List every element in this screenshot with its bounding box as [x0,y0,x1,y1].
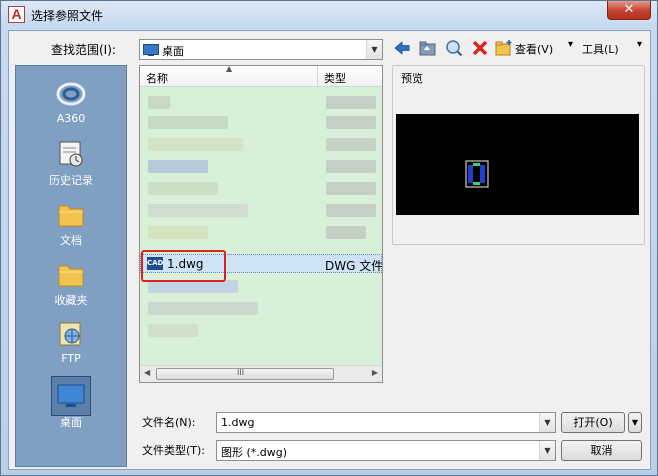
place-a360[interactable]: A360 [16,76,126,134]
place-ftp[interactable]: FTP [16,316,126,374]
dialog-body: 查找范围(I): 桌面 ▼ 查看(V) ▾ 工具(L) ▾ A360 历史记录 … [8,30,651,470]
close-button[interactable]: ✕ [607,1,651,20]
views-dropdown-icon[interactable]: ▾ [568,39,573,50]
filetype-value: 图形 (*.dwg) [221,446,288,459]
place-documents[interactable]: 文档 [16,196,126,254]
place-label: 收藏夹 [54,294,88,307]
desktop-icon [57,384,85,407]
dialog-window: A 选择参照文件 ✕ 查找范围(I): 桌面 ▼ 查看(V) ▾ 工具(L) ▾… [0,0,658,476]
preview-image [396,114,639,215]
search-web-icon[interactable] [445,39,463,57]
scrollbar-grip: III [237,368,245,377]
blurred-row [148,160,208,173]
favorites-folder-icon [58,265,84,287]
place-label: 桌面 [60,416,82,429]
blurred-row [148,96,170,109]
place-label: 历史记录 [49,174,93,187]
filetype-label: 文件类型(T): [142,444,206,457]
open-button[interactable]: 打开(O) [561,412,625,433]
filetype-select[interactable]: 图形 (*.dwg) ▼ [216,440,556,461]
chevron-down-icon[interactable]: ▼ [539,413,555,432]
file-list[interactable]: 名称 ▲ 类型 CAD 1.dwg DWG 文件 ◀ III ▶ [139,65,383,383]
file-type: DWG 文件 [325,259,383,273]
title-bar[interactable]: A 选择参照文件 ✕ [1,1,657,29]
preview-label: 预览 [401,72,423,85]
place-label: FTP [61,352,81,365]
open-options-dropdown[interactable]: ▼ [628,412,642,433]
blurred-row [326,96,376,109]
blurred-row [148,324,198,337]
filename-value: 1.dwg [221,416,255,429]
place-label: A360 [56,112,86,125]
back-arrow-icon[interactable] [393,39,411,57]
tools-menu[interactable]: 工具(L) [582,41,619,57]
history-icon [59,141,83,167]
blurred-row [148,204,248,217]
place-label: 文档 [60,234,82,247]
ftp-icon [59,322,81,346]
lookin-value: 桌面 [162,45,184,58]
blurred-row [326,116,376,129]
lookin-combo[interactable]: 桌面 ▼ [139,39,383,60]
preview-group: 预览 [392,65,645,245]
column-name-label: 名称 [146,72,168,85]
scroll-right-icon[interactable]: ▶ [372,368,378,377]
horizontal-scrollbar[interactable]: ◀ III ▶ [140,365,382,382]
blurred-row [148,138,243,151]
scrollbar-thumb[interactable]: III [156,368,334,380]
lookin-label: 查找范围(I): [51,43,116,57]
column-header-name[interactable]: 名称 ▲ [140,66,318,87]
blurred-row [148,116,228,129]
sort-ascending-icon: ▲ [226,65,233,73]
annotation-highlight [141,250,226,282]
chevron-down-icon[interactable]: ▼ [366,40,382,59]
blurred-row [148,302,258,315]
filename-label: 文件名(N): [142,416,196,429]
place-history[interactable]: 历史记录 [16,136,126,194]
column-type-label: 类型 [324,72,346,85]
blurred-row [148,226,208,239]
tools-dropdown-icon[interactable]: ▾ [637,39,642,50]
column-header-type[interactable]: 类型 [318,66,382,87]
blurred-row [326,138,376,151]
blurred-row [326,160,376,173]
chevron-down-icon[interactable]: ▼ [539,441,555,460]
cancel-button[interactable]: 取消 [561,440,642,461]
delete-icon[interactable] [471,39,489,57]
drawing-thumbnail [465,160,489,188]
filename-input[interactable]: 1.dwg ▼ [216,412,556,433]
blurred-row [326,204,376,217]
desktop-small-icon [143,44,159,56]
dialog-title: 选择参照文件 [31,9,104,23]
place-desktop[interactable]: 桌面 [16,376,126,436]
folder-icon [58,205,84,227]
a360-icon [56,82,86,106]
autocad-app-icon: A [8,6,25,23]
up-folder-icon[interactable] [419,39,437,57]
scroll-left-icon[interactable]: ◀ [144,368,150,377]
place-favorites[interactable]: 收藏夹 [16,256,126,314]
blurred-row [326,182,376,195]
blurred-row [148,182,218,195]
places-sidebar: A360 历史记录 文档 收藏夹 FTP 桌面 [15,65,127,467]
views-menu[interactable]: 查看(V) [515,41,553,57]
new-folder-icon[interactable] [495,39,513,57]
blurred-row [326,226,366,239]
